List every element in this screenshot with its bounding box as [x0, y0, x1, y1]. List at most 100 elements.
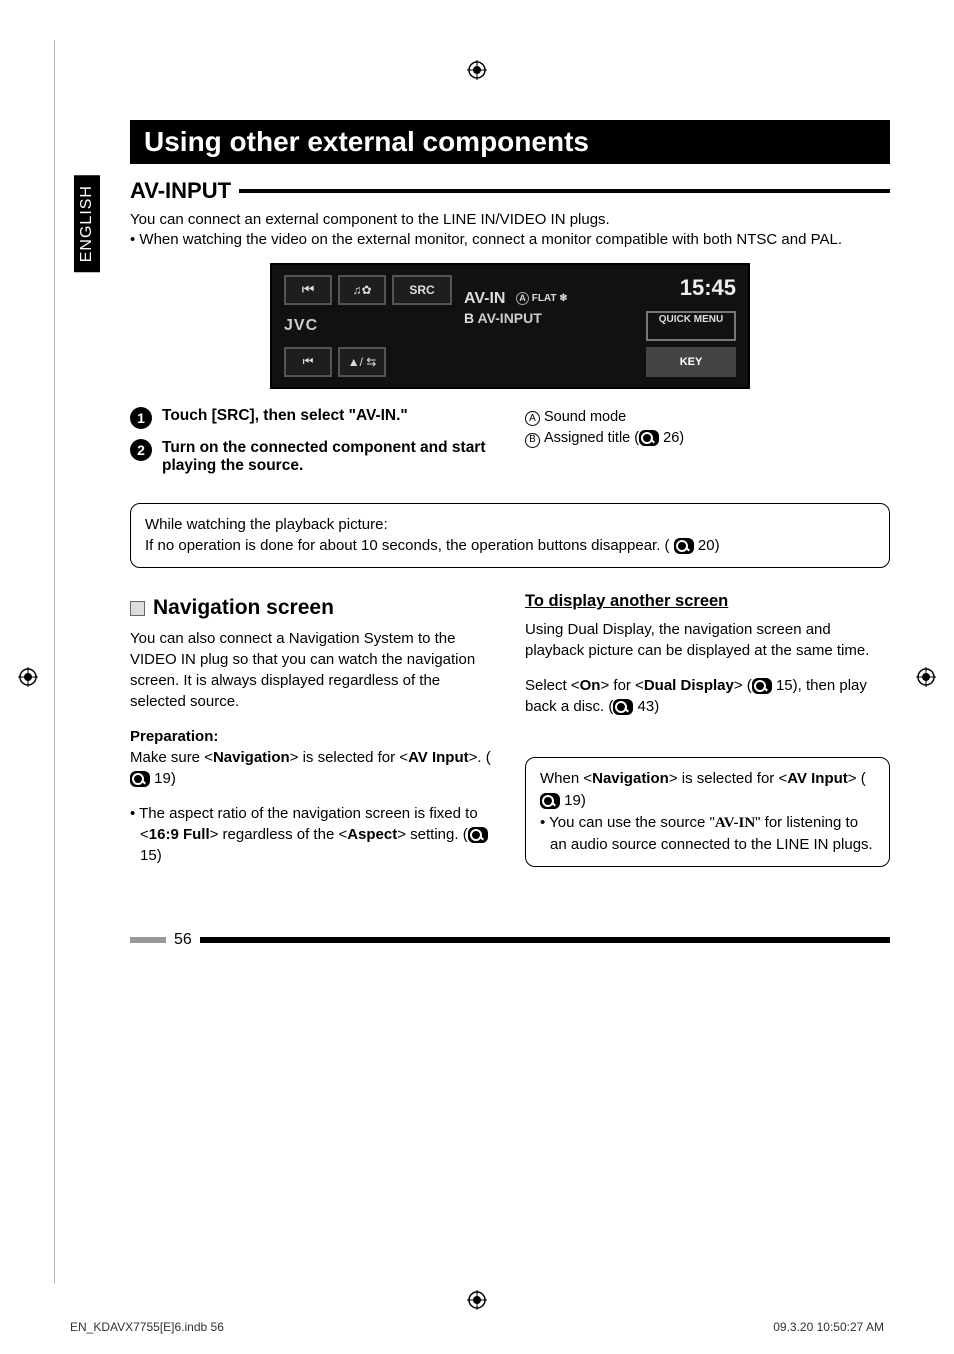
- page-content: Using other external components AV-INPUT…: [70, 120, 890, 949]
- box-pre: When <: [540, 770, 592, 787]
- page-number-bar: 56: [130, 931, 890, 949]
- device-quickmenu-button: QUICK MENU: [646, 311, 736, 341]
- page-ref-icon: [674, 538, 694, 554]
- prep-post: >. (: [469, 749, 491, 766]
- prep-mid: > is selected for <: [290, 749, 408, 766]
- footer-left: EN_KDAVX7755[E]6.indb 56: [70, 1320, 224, 1334]
- page-title: Using other external components: [130, 120, 890, 164]
- step-1: 1 Touch [SRC], then select "AV-IN.": [130, 407, 495, 429]
- display-heading: To display another screen: [525, 592, 890, 611]
- legend-a-icon: A: [525, 411, 540, 426]
- display-p1: Using Dual Display, the navigation scree…: [525, 619, 890, 661]
- playback-note-box: While watching the playback picture: If …: [130, 503, 890, 569]
- legend-b-pre: Assigned title (: [544, 430, 639, 446]
- aspect-post: > setting. (: [397, 826, 467, 843]
- prep-pre: Make sure <: [130, 749, 213, 766]
- nav-preparation: Preparation: Make sure <Navigation> is s…: [130, 726, 495, 789]
- nav-note-box: When <Navigation> is selected for <AV In…: [525, 757, 890, 867]
- p2-end: ): [654, 698, 659, 715]
- registration-mark-bottom: [467, 1290, 487, 1310]
- prev-icon: ⏮: [302, 281, 315, 298]
- registration-mark-right: [916, 667, 936, 687]
- nav-heading-row: Navigation screen: [130, 596, 495, 620]
- legend-a: A Sound mode: [525, 407, 890, 429]
- step-number-2-icon: 2: [130, 439, 152, 461]
- marker-b-icon: B: [464, 310, 474, 326]
- footer-right: 09.3.20 10:50:27 AM: [773, 1320, 884, 1334]
- page-ref-icon: [613, 699, 633, 715]
- heading-rule: [239, 189, 890, 193]
- legend-column: ASound mode BAssigned title ( 26): [525, 407, 890, 485]
- page-ref-icon: [130, 771, 150, 787]
- box-mid: > is selected for <: [669, 770, 787, 787]
- display-column: To display another screen Using Dual Dis…: [525, 592, 890, 891]
- page-number: 56: [174, 931, 192, 949]
- legend-a-text: Sound mode: [544, 409, 626, 425]
- aspect-end: ): [157, 847, 162, 864]
- step-2-text: Turn on the connected component and star…: [162, 439, 495, 475]
- device-src-button: SRC: [392, 275, 452, 305]
- p2-b2: Dual Display: [644, 677, 734, 694]
- device-music-button: ♫✿: [338, 275, 386, 305]
- aspect-mid: > regardless of the <: [210, 826, 348, 843]
- note-l2-pre: If no operation is done for about 10 sec…: [145, 537, 674, 554]
- registration-mark-top: [467, 60, 487, 80]
- note-l2-ref: 20: [698, 537, 715, 554]
- p2-post: > (: [734, 677, 752, 694]
- nav-column: Navigation screen You can also connect a…: [130, 592, 495, 891]
- registration-mark-left: [18, 667, 38, 687]
- step-2: 2 Turn on the connected component and st…: [130, 439, 495, 475]
- note-line2: If no operation is done for about 10 sec…: [145, 535, 875, 557]
- page-ref-icon: [540, 793, 560, 809]
- aspect-b1: 16:9 Full: [149, 826, 210, 843]
- device-soundmode: FLAT: [532, 293, 557, 304]
- page-ref-icon: [468, 827, 488, 843]
- device-key-button: KEY: [646, 347, 736, 377]
- device-source-name: AV-IN: [464, 290, 505, 307]
- box-end: ): [581, 792, 586, 809]
- p2-b1: On: [580, 677, 601, 694]
- nav-p1: You can also connect a Navigation System…: [130, 628, 495, 712]
- display-p2: Select <On> for <Dual Display> ( 15), th…: [525, 675, 890, 717]
- device-prev-button: ⏮: [284, 275, 332, 305]
- device-logo: JVC: [284, 311, 386, 341]
- prep-end: ): [171, 770, 176, 787]
- prev2-icon: ⏮: [303, 354, 314, 369]
- p2-mid: > for <: [600, 677, 643, 694]
- device-eject-button: ▲/ ⇆: [338, 347, 386, 377]
- aspect-ref: 15: [140, 847, 157, 864]
- prep-b2: AV Input: [408, 749, 469, 766]
- step-number-1-icon: 1: [130, 407, 152, 429]
- intro-bullet: • When watching the video on the externa…: [130, 230, 890, 250]
- intro-text: You can connect an external component to…: [130, 210, 890, 251]
- box-bullet-b: AV-IN: [715, 815, 755, 831]
- note-line1: While watching the playback picture:: [145, 514, 875, 536]
- box-post: > (: [848, 770, 866, 787]
- trim-line: [54, 40, 55, 1284]
- music-icon: ♫✿: [352, 283, 371, 297]
- device-title: AV-INPUT: [478, 310, 542, 326]
- section-heading-avinput: AV-INPUT: [130, 178, 890, 204]
- steps-column: 1 Touch [SRC], then select "AV-IN." 2 Tu…: [130, 407, 495, 485]
- box-bullet-pre: • You can use the source ": [540, 814, 715, 831]
- box-b2: AV Input: [787, 770, 848, 787]
- device-clock: 15:45: [646, 275, 736, 305]
- legend-b-icon: B: [525, 433, 540, 448]
- section-heading-text: AV-INPUT: [130, 178, 231, 204]
- box-ref: 19: [564, 792, 581, 809]
- device-prev2-button: ⏮: [284, 347, 332, 377]
- eject-icon: ▲/ ⇆: [348, 355, 377, 369]
- page-ref-icon: [752, 678, 772, 694]
- prep-ref: 19: [154, 770, 171, 787]
- p2-ref: 15: [776, 677, 793, 694]
- step-1-text: Touch [SRC], then select "AV-IN.": [162, 407, 408, 429]
- aspect-b2: Aspect: [347, 826, 397, 843]
- legend-b: BAssigned title ( 26): [525, 428, 890, 450]
- device-screenshot: ⏮ ♫✿ SRC AV-IN A FLAT ❄ B AV-INPUT 15:45…: [270, 263, 750, 389]
- intro-line1: You can connect an external component to…: [130, 210, 890, 230]
- box-line1: When <Navigation> is selected for <AV In…: [540, 768, 875, 812]
- nav-aspect: • The aspect ratio of the navigation scr…: [130, 803, 495, 866]
- page-ref-icon: [639, 430, 659, 446]
- legend-b-post: ): [679, 430, 684, 446]
- box-b1: Navigation: [592, 770, 669, 787]
